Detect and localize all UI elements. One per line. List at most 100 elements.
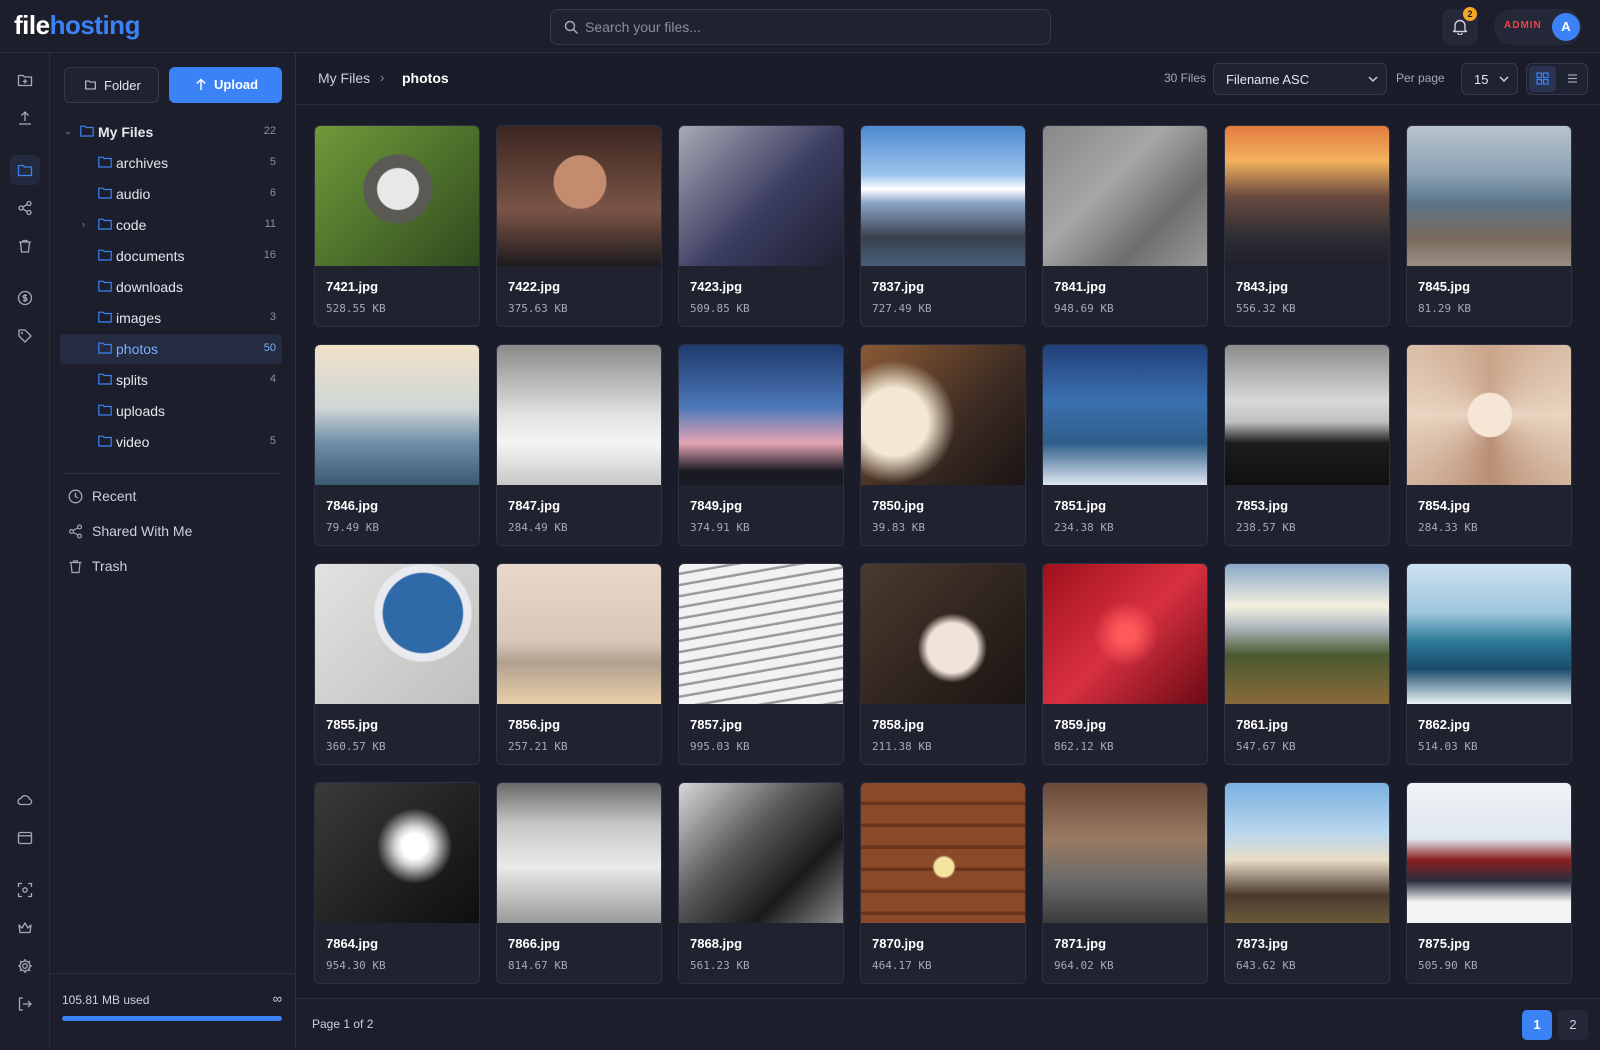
file-card[interactable]: 7847.jpg 284.49 KB — [496, 344, 662, 546]
tree-folder-code[interactable]: › code 11 — [60, 210, 282, 240]
file-card[interactable]: 7843.jpg 556.32 KB — [1224, 125, 1390, 327]
file-thumbnail[interactable] — [497, 126, 661, 266]
file-card[interactable]: 7866.jpg 814.67 KB — [496, 782, 662, 984]
tree-root-my-files[interactable]: ⌄ My Files 22 — [60, 117, 282, 147]
avatar[interactable]: A — [1552, 13, 1580, 41]
file-card[interactable]: 7837.jpg 727.49 KB — [860, 125, 1026, 327]
file-thumbnail[interactable] — [315, 126, 479, 266]
file-thumbnail[interactable] — [1043, 783, 1207, 923]
file-thumbnail[interactable] — [497, 345, 661, 485]
tree-folder-splits[interactable]: splits 4 — [60, 365, 282, 395]
tree-folder-photos[interactable]: photos 50 — [60, 334, 282, 364]
tree-folder-audio[interactable]: audio 6 — [60, 179, 282, 209]
tree-folder-documents[interactable]: documents 16 — [60, 241, 282, 271]
new-folder-button[interactable]: Folder — [64, 67, 159, 103]
file-card[interactable]: 7851.jpg 234.38 KB — [1042, 344, 1208, 546]
new-folder-icon[interactable] — [10, 65, 40, 95]
page-button-1[interactable]: 1 — [1522, 1010, 1552, 1040]
file-card[interactable]: 7422.jpg 375.63 KB — [496, 125, 662, 327]
file-card[interactable]: 7846.jpg 79.49 KB — [314, 344, 480, 546]
file-thumbnail[interactable] — [679, 126, 843, 266]
breadcrumb-my-files[interactable]: My Files — [318, 70, 370, 86]
logout-icon[interactable] — [10, 989, 40, 1019]
file-card[interactable]: 7421.jpg 528.55 KB — [314, 125, 480, 327]
file-thumbnail[interactable] — [1407, 564, 1571, 704]
file-thumbnail[interactable] — [315, 345, 479, 485]
scan-icon[interactable] — [10, 875, 40, 905]
file-thumbnail[interactable] — [861, 564, 1025, 704]
file-card[interactable]: 7875.jpg 505.90 KB — [1406, 782, 1572, 984]
page-button-2[interactable]: 2 — [1558, 1010, 1588, 1040]
file-card[interactable]: 7856.jpg 257.21 KB — [496, 563, 662, 765]
file-card[interactable]: 7864.jpg 954.30 KB — [314, 782, 480, 984]
search-input[interactable] — [585, 10, 1040, 44]
file-thumbnail[interactable] — [861, 345, 1025, 485]
file-card[interactable]: 7423.jpg 509.85 KB — [678, 125, 844, 327]
browser-window-icon[interactable] — [10, 823, 40, 853]
tag-icon[interactable] — [10, 321, 40, 351]
tree-folder-images[interactable]: images 3 — [60, 303, 282, 333]
file-card[interactable]: 7870.jpg 464.17 KB — [860, 782, 1026, 984]
file-card[interactable]: 7853.jpg 238.57 KB — [1224, 344, 1390, 546]
file-thumbnail[interactable] — [1225, 126, 1389, 266]
user-menu[interactable]: ADMIN A — [1494, 9, 1582, 45]
file-thumbnail[interactable] — [1407, 783, 1571, 923]
sidebar-link-recent[interactable]: Recent — [68, 482, 268, 510]
file-thumbnail[interactable] — [861, 126, 1025, 266]
trash-icon[interactable] — [10, 231, 40, 261]
sidebar-link-shared[interactable]: Shared With Me — [68, 517, 268, 545]
file-thumbnail[interactable] — [679, 345, 843, 485]
file-thumbnail[interactable] — [1043, 345, 1207, 485]
file-card[interactable]: 7854.jpg 284.33 KB — [1406, 344, 1572, 546]
chevron-right-icon[interactable]: › — [82, 219, 85, 229]
folder-icon[interactable] — [10, 155, 40, 185]
search-box[interactable] — [550, 9, 1051, 45]
file-card[interactable]: 7845.jpg 81.29 KB — [1406, 125, 1572, 327]
upload-icon[interactable] — [10, 103, 40, 133]
file-thumbnail[interactable] — [1043, 126, 1207, 266]
gear-icon[interactable] — [10, 951, 40, 981]
tree-folder-archives[interactable]: archives 5 — [60, 148, 282, 178]
file-card[interactable]: 7862.jpg 514.03 KB — [1406, 563, 1572, 765]
tree-folder-downloads[interactable]: downloads — [60, 272, 282, 302]
file-card[interactable]: 7868.jpg 561.23 KB — [678, 782, 844, 984]
crown-icon[interactable] — [10, 913, 40, 943]
file-thumbnail[interactable] — [497, 564, 661, 704]
currency-icon[interactable] — [10, 283, 40, 313]
sidebar-link-trash[interactable]: Trash — [68, 552, 268, 580]
file-thumbnail[interactable] — [315, 783, 479, 923]
file-card[interactable]: 7841.jpg 948.69 KB — [1042, 125, 1208, 327]
file-card[interactable]: 7858.jpg 211.38 KB — [860, 563, 1026, 765]
file-thumbnail[interactable] — [315, 564, 479, 704]
file-thumbnail[interactable] — [1407, 126, 1571, 266]
upload-button[interactable]: Upload — [169, 67, 282, 103]
sort-select[interactable]: Filename ASC — [1213, 63, 1387, 95]
share-icon[interactable] — [10, 193, 40, 223]
file-card[interactable]: 7871.jpg 964.02 KB — [1042, 782, 1208, 984]
file-thumbnail[interactable] — [1407, 345, 1571, 485]
app-logo[interactable]: filehosting — [14, 10, 140, 41]
file-card[interactable]: 7861.jpg 547.67 KB — [1224, 563, 1390, 765]
tree-folder-uploads[interactable]: uploads — [60, 396, 282, 426]
list-view-button[interactable] — [1559, 66, 1586, 92]
notifications-button[interactable]: 2 — [1442, 7, 1478, 45]
file-thumbnail[interactable] — [497, 783, 661, 923]
file-card[interactable]: 7857.jpg 995.03 KB — [678, 563, 844, 765]
cloud-icon[interactable] — [10, 785, 40, 815]
tree-folder-video[interactable]: video 5 — [60, 427, 282, 457]
file-thumbnail[interactable] — [861, 783, 1025, 923]
file-thumbnail[interactable] — [1225, 783, 1389, 923]
file-card[interactable]: 7855.jpg 360.57 KB — [314, 563, 480, 765]
chevron-down-icon[interactable]: ⌄ — [64, 126, 72, 137]
file-thumbnail[interactable] — [1225, 345, 1389, 485]
grid-view-button[interactable] — [1529, 66, 1556, 92]
file-card[interactable]: 7859.jpg 862.12 KB — [1042, 563, 1208, 765]
file-card[interactable]: 7850.jpg 39.83 KB — [860, 344, 1026, 546]
per-page-select[interactable]: 15 — [1461, 63, 1518, 95]
file-thumbnail[interactable] — [1043, 564, 1207, 704]
file-thumbnail[interactable] — [679, 564, 843, 704]
file-thumbnail[interactable] — [1225, 564, 1389, 704]
file-card[interactable]: 7873.jpg 643.62 KB — [1224, 782, 1390, 984]
file-thumbnail[interactable] — [679, 783, 843, 923]
file-card[interactable]: 7849.jpg 374.91 KB — [678, 344, 844, 546]
